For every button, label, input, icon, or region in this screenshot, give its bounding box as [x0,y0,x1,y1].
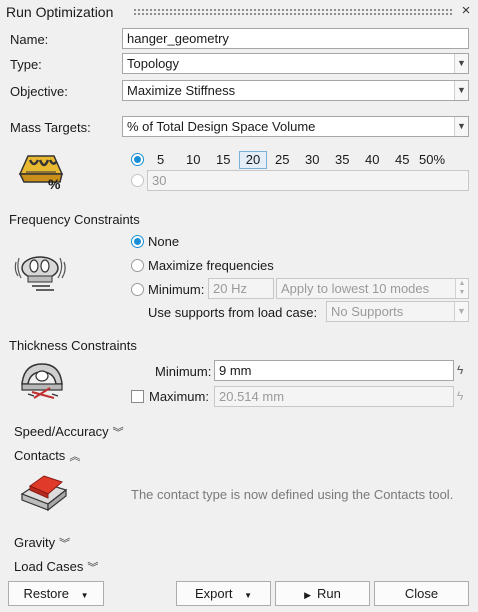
chevron-down-icon: ▼ [454,54,468,73]
speed-accuracy-label: Speed/Accuracy [14,424,109,439]
chevron-double-down-icon: ︾ [112,427,124,439]
frequency-minimum-input[interactable]: 20 Hz [208,278,274,299]
chevron-down-icon: ▼ [454,302,468,321]
chevron-double-down-icon: ︾ [87,562,99,574]
pct-option[interactable]: 50% [419,152,445,167]
lightning-icon[interactable]: ϟ [457,363,463,377]
thickness-minimum-input[interactable]: 9 mm [214,360,454,381]
frequency-maximize-label: Maximize frequencies [148,258,274,273]
thickness-icon [16,358,68,402]
restore-button[interactable]: Restore ▼ [8,581,104,606]
drag-grip[interactable] [133,8,453,16]
mass-icon-percent: % [48,176,61,192]
chevron-down-icon: ▼ [244,591,253,600]
gravity-label: Gravity [14,535,56,550]
pct-option[interactable]: 45 [395,152,409,167]
export-button[interactable]: Export ▼ [176,581,271,606]
lightning-icon[interactable]: ϟ [457,389,463,403]
supports-select[interactable]: No Supports ▼ [326,301,469,322]
name-input[interactable]: hanger_geometry [122,28,469,49]
frequency-minimum-label: Minimum: [148,282,205,297]
thickness-constraints-heading: Thickness Constraints [9,338,137,353]
mass-targets-label: Mass Targets: [10,120,91,135]
objective-select-value: Maximize Stiffness [127,83,236,98]
chevron-double-up-icon: ︽ [69,451,81,463]
window-title: Run Optimization [6,4,114,20]
thickness-maximum-label: Maximum: [149,389,209,404]
frequency-constraints-heading: Frequency Constraints [9,212,140,227]
pct-option[interactable]: 30 [305,152,319,167]
supports-select-value: No Supports [331,304,404,319]
restore-button-label: Restore [23,586,69,601]
type-select-value: Topology [127,56,180,71]
frequency-none-label: None [148,234,180,249]
frequency-minimum-radio[interactable] [131,283,144,296]
supports-label: Use supports from load case: [148,305,318,320]
close-button[interactable]: Close [374,581,469,606]
pct-option[interactable]: 10 [186,152,200,167]
frequency-maximize-radio[interactable] [131,259,144,272]
mass-preset-radio[interactable] [131,153,144,166]
pct-option[interactable]: 35 [335,152,349,167]
load-cases-toggle[interactable]: Load Cases ︾ [14,559,98,575]
chevron-down-icon: ▼ [80,591,89,600]
pct-option-selected[interactable]: 20 [239,151,267,169]
spinner-arrows-icon: ▲ ▼ [455,279,468,298]
run-button[interactable]: ▶ Run [275,581,370,606]
load-cases-label: Load Cases [14,559,84,574]
play-icon: ▶ [304,590,312,600]
objective-label: Objective: [10,84,68,99]
close-icon[interactable]: × [459,2,473,20]
mass-targets-icon: % [16,148,68,194]
frequency-modes-value: Apply to lowest 10 modes [281,281,430,296]
speed-accuracy-toggle[interactable]: Speed/Accuracy ︾ [14,424,124,440]
objective-select[interactable]: Maximize Stiffness ▼ [122,80,469,101]
contacts-label: Contacts [14,448,66,463]
thickness-maximum-input[interactable]: 20.514 mm [214,386,454,407]
contacts-icon [18,472,70,512]
mass-targets-select-value: % of Total Design Space Volume [127,119,316,134]
contacts-toggle[interactable]: Contacts ︽ [14,448,80,464]
mass-targets-select[interactable]: % of Total Design Space Volume ▼ [122,116,469,137]
chevron-down-icon: ▼ [454,117,468,136]
type-label: Type: [10,57,42,72]
name-label: Name: [10,32,49,47]
pct-option[interactable]: 5 [157,152,164,167]
frequency-modes-spinner[interactable]: Apply to lowest 10 modes ▲ ▼ [276,278,469,299]
type-select[interactable]: Topology ▼ [122,53,469,74]
thickness-maximum-checkbox[interactable] [131,390,144,403]
chevron-down-icon: ▼ [454,81,468,100]
frequency-icon [14,250,68,296]
thickness-minimum-label: Minimum: [155,364,212,379]
mass-custom-input[interactable]: 30 [147,170,469,191]
export-button-label: Export [194,586,233,601]
pct-option[interactable]: 40 [365,152,379,167]
contacts-note: The contact type is now defined using th… [131,487,454,502]
mass-custom-radio[interactable] [131,174,144,187]
gravity-toggle[interactable]: Gravity ︾ [14,535,70,551]
frequency-none-radio[interactable] [131,235,144,248]
pct-option[interactable]: 25 [275,152,289,167]
run-button-label: Run [317,586,341,601]
chevron-double-down-icon: ︾ [59,538,71,550]
pct-option[interactable]: 15 [216,152,230,167]
